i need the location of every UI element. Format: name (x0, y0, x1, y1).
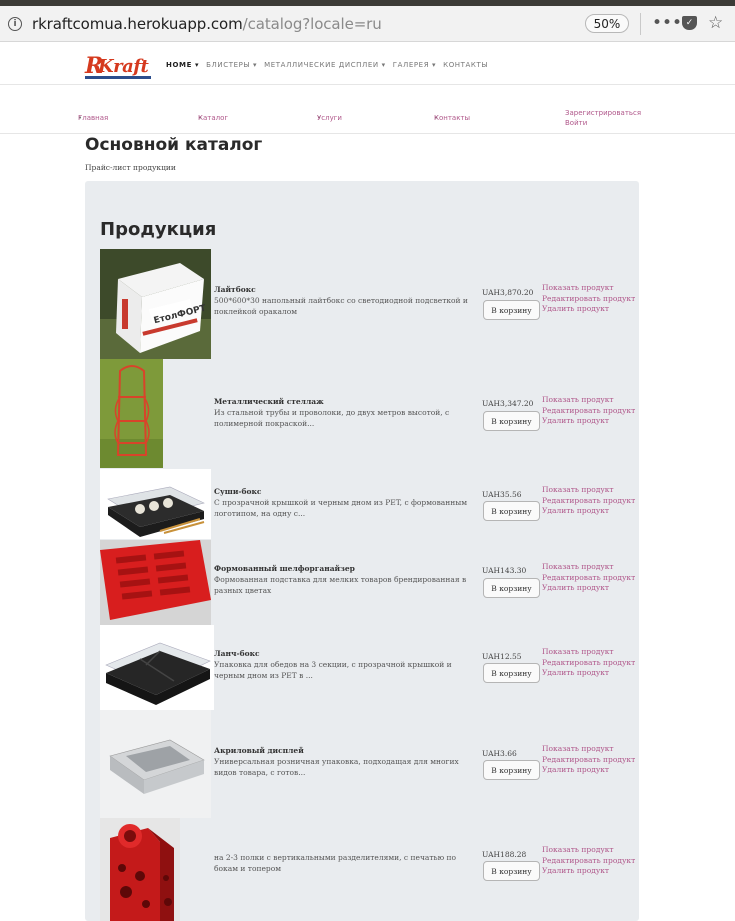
add-to-cart-button[interactable]: В корзину (483, 760, 540, 780)
info-icon[interactable]: i (8, 16, 22, 31)
show-product-link[interactable]: Показать продукт (542, 395, 635, 406)
show-product-link[interactable]: Показать продукт (542, 283, 635, 294)
zoom-indicator[interactable]: 50% (585, 14, 629, 33)
product-price: UAH3,870.20 (482, 288, 534, 297)
product-name[interactable]: Лайтбокс (214, 285, 256, 294)
product-description: Формованная подставка для мелких товаров… (214, 575, 467, 595)
delete-product-link[interactable]: Удалить продукт (542, 416, 635, 427)
product-description: Упаковка для обедов на 3 секции, с прозр… (214, 660, 452, 680)
add-to-cart-button[interactable]: В корзину (483, 300, 540, 320)
product-actions: Показать продукт Редактировать продукт У… (542, 647, 635, 679)
show-product-link[interactable]: Показать продукт (542, 562, 635, 573)
product-name[interactable]: Суши-бокс (214, 487, 262, 496)
url-bar[interactable]: rkraftcomua.herokuapp.com/catalog?locale… (32, 15, 382, 33)
edit-product-link[interactable]: Редактировать продукт (542, 573, 635, 584)
product-name[interactable]: Акриловый дисплей (214, 746, 304, 755)
product-price: UAH3,347.20 (482, 399, 534, 408)
product-actions: Показать продукт Редактировать продукт У… (542, 744, 635, 776)
product-actions: Показать продукт Редактировать продукт У… (542, 562, 635, 594)
login-link[interactable]: Войти (565, 119, 587, 127)
edit-product-link[interactable]: Редактировать продукт (542, 755, 635, 766)
edit-product-link[interactable]: Редактировать продукт (542, 658, 635, 669)
add-to-cart-button[interactable]: В корзину (483, 501, 540, 521)
product-image[interactable]: ЕтолФОРТ (100, 249, 211, 359)
product-name[interactable]: Формованный шелфорганайзер (214, 564, 355, 573)
rkraft-logo[interactable]: R Kraft (85, 53, 153, 79)
delete-product-link[interactable]: Удалить продукт (542, 506, 635, 517)
product-image[interactable] (100, 359, 163, 468)
delete-product-link[interactable]: Удалить продукт (542, 866, 635, 877)
product-image[interactable] (100, 540, 211, 625)
delete-product-link[interactable]: Удалить продукт (542, 668, 635, 679)
nav-contacts[interactable]: КОНТАКТЫ (443, 61, 488, 69)
show-product-link[interactable]: Показать продукт (542, 845, 635, 856)
secondary-nav: • Главная • Каталог • Услуги • Контакты Заре… (0, 109, 735, 134)
toolbar-separator (640, 13, 641, 35)
product-image[interactable] (100, 625, 214, 710)
edit-product-link[interactable]: Редактировать продукт (542, 496, 635, 507)
url-domain: rkraftcomua.herokuapp.com (32, 14, 243, 33)
product-actions: Показать продукт Редактировать продукт У… (542, 283, 635, 315)
nav-blisters[interactable]: БЛИСТЕРЫ ▾ (206, 61, 257, 69)
add-to-cart-button[interactable]: В корзину (483, 663, 540, 683)
show-product-link[interactable]: Показать продукт (542, 647, 635, 658)
product-price: UAH12.55 (482, 652, 522, 661)
edit-product-link[interactable]: Редактировать продукт (542, 406, 635, 417)
product-image[interactable] (100, 710, 211, 818)
product-description: Универсальная розничная упаковка, подход… (214, 757, 459, 777)
product-price: UAH143.30 (482, 566, 527, 575)
section-title: Продукция (100, 219, 217, 240)
page-subtitle: Прайс-лист продукции (85, 163, 176, 172)
main-nav: HOME ▾ БЛИСТЕРЫ ▾ МЕТАЛЛИЧЕСКИЕ ДИСПЛЕИ … (166, 61, 488, 69)
add-to-cart-button[interactable]: В корзину (483, 578, 540, 598)
product-name[interactable]: Ланч-бокс (214, 649, 260, 658)
product-description: Из стальной трубы и проволоки, до двух м… (214, 408, 450, 428)
delete-product-link[interactable]: Удалить продукт (542, 765, 635, 776)
product-name[interactable]: Металлический стеллаж (214, 397, 324, 406)
edit-product-link[interactable]: Редактировать продукт (542, 294, 635, 305)
product-description: С прозрачной крышкой и черным дном из PE… (214, 498, 468, 518)
register-link[interactable]: Зарегистрироваться (565, 109, 641, 117)
add-to-cart-button[interactable]: В корзину (483, 411, 540, 431)
product-description: 500*600*30 напольный лайтбокс со светоди… (214, 296, 468, 316)
show-product-link[interactable]: Показать продукт (542, 744, 635, 755)
product-actions: Показать продукт Редактировать продукт У… (542, 485, 635, 517)
page-title: Основной каталог (85, 135, 263, 155)
nav-home[interactable]: HOME ▾ (166, 61, 199, 69)
bookmark-star-icon[interactable]: ☆ (708, 14, 723, 32)
delete-product-link[interactable]: Удалить продукт (542, 583, 635, 594)
site-header: R Kraft HOME ▾ БЛИСТЕРЫ ▾ МЕТАЛЛИЧЕСКИЕ … (0, 42, 735, 85)
product-actions: Показать продукт Редактировать продукт У… (542, 845, 635, 877)
edit-product-link[interactable]: Редактировать продукт (542, 856, 635, 867)
product-image[interactable] (100, 818, 180, 921)
product-price: UAH3.66 (482, 749, 517, 758)
nav-gallery[interactable]: ГАЛЕРЕЯ ▾ (393, 61, 436, 69)
product-actions: Показать продукт Редактировать продукт У… (542, 395, 635, 427)
product-description: на 2-3 полки с вертикальными разделителя… (214, 853, 457, 873)
url-path: /catalog?locale=ru (242, 14, 382, 33)
browser-toolbar: i rkraftcomua.herokuapp.com/catalog?loca… (0, 6, 735, 42)
show-product-link[interactable]: Показать продукт (542, 485, 635, 496)
delete-product-link[interactable]: Удалить продукт (542, 304, 635, 315)
product-price: UAH188.28 (482, 850, 527, 859)
product-price: UAH35.56 (482, 490, 522, 499)
product-image[interactable] (100, 469, 211, 539)
pocket-icon[interactable]: ✓ (682, 16, 697, 30)
catalog-panel: Продукция ЕтолФОРТ Лайтбокс 500*600*30 н… (85, 181, 639, 921)
nav-metal-displays[interactable]: МЕТАЛЛИЧЕСКИЕ ДИСПЛЕИ ▾ (264, 61, 386, 69)
add-to-cart-button[interactable]: В корзину (483, 861, 540, 881)
more-actions-icon[interactable]: ••• (652, 14, 682, 32)
